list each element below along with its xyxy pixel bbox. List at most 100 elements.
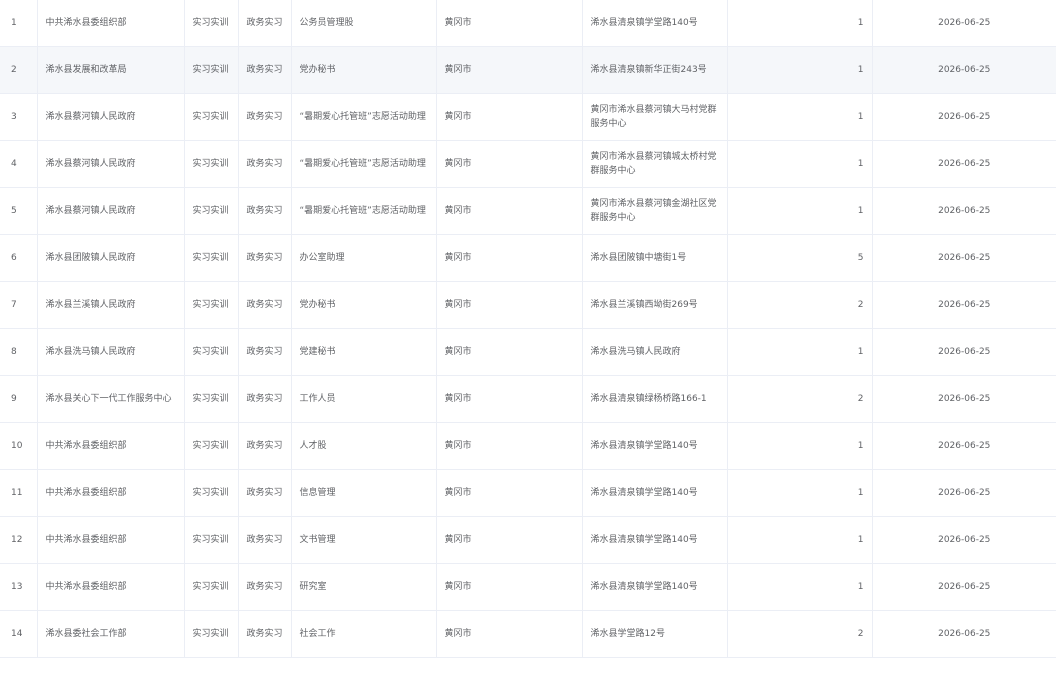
city-cell: 黄冈市	[435, 46, 583, 94]
address-cell: 黄冈市浠水县蔡河镇城太桥村党群服务中心	[581, 140, 728, 188]
table-row[interactable]: 11 中共浠水县委组织部 实习实训 政务实习 信息管理 黄冈市 浠水县清泉镇学堂路140号 1…	[0, 469, 1056, 517]
position-cell: “暑期爱心托管班”志愿活动助理	[290, 187, 437, 235]
org-name-cell: 浠水县洗马镇人民政府	[36, 328, 185, 376]
category-cell: 实习实训	[183, 563, 239, 611]
row-index: 3	[0, 93, 38, 141]
category-cell: 实习实训	[183, 610, 239, 658]
headcount-cell: 1	[726, 563, 873, 611]
table-row[interactable]: 2 浠水县发展和改革局 实习实训 政务实习 党办秘书 黄冈市 浠水县清泉镇新华正街243号 1…	[0, 46, 1056, 94]
deadline-cell: 2026-06-25	[871, 375, 1056, 423]
city-cell: 黄冈市	[435, 469, 583, 517]
headcount-cell: 2	[726, 610, 873, 658]
type-cell: 政务实习	[237, 469, 292, 517]
org-name-cell: 浠水县蔡河镇人民政府	[36, 187, 185, 235]
org-name-cell: 浠水县委社会工作部	[36, 610, 185, 658]
position-cell: 办公室助理	[290, 234, 437, 282]
row-index: 11	[0, 469, 38, 517]
table-row[interactable]: 12 中共浠水县委组织部 实习实训 政务实习 文书管理 黄冈市 浠水县清泉镇学堂路140号 1…	[0, 516, 1056, 564]
type-cell: 政务实习	[237, 422, 292, 470]
type-cell: 政务实习	[237, 328, 292, 376]
table-row[interactable]: 10 中共浠水县委组织部 实习实训 政务实习 人才股 黄冈市 浠水县清泉镇学堂路140号 1 2…	[0, 422, 1056, 470]
row-index: 2	[0, 46, 38, 94]
deadline-cell: 2026-06-25	[871, 187, 1056, 235]
table-row[interactable]: 8 浠水县洗马镇人民政府 实习实训 政务实习 党建秘书 黄冈市 浠水县洗马镇人民政府 1 202…	[0, 328, 1056, 376]
deadline-cell: 2026-06-25	[871, 610, 1056, 658]
category-cell: 实习实训	[183, 375, 239, 423]
headcount-cell: 2	[726, 375, 873, 423]
address-cell: 浠水县清泉镇学堂路140号	[581, 516, 728, 564]
city-cell: 黄冈市	[435, 610, 583, 658]
category-cell: 实习实训	[183, 422, 239, 470]
data-table: 1 中共浠水县委组织部 实习实训 政务实习 公务员管理股 黄冈市 浠水县清泉镇学堂路140号…	[0, 0, 1056, 658]
internship-table: 1 中共浠水县委组织部 实习实训 政务实习 公务员管理股 黄冈市 浠水县清泉镇学堂路140号…	[0, 0, 1056, 675]
city-cell: 黄冈市	[435, 422, 583, 470]
org-name-cell: 浠水县兰溪镇人民政府	[36, 281, 185, 329]
type-cell: 政务实习	[237, 281, 292, 329]
headcount-cell: 1	[726, 0, 873, 47]
city-cell: 黄冈市	[435, 328, 583, 376]
row-index: 12	[0, 516, 38, 564]
org-name-cell: 浠水县团陂镇人民政府	[36, 234, 185, 282]
city-cell: 黄冈市	[435, 234, 583, 282]
address-cell: 黄冈市浠水县蔡河镇大马村党群服务中心	[581, 93, 728, 141]
deadline-cell: 2026-06-25	[871, 281, 1056, 329]
deadline-cell: 2026-06-25	[871, 140, 1056, 188]
row-index: 6	[0, 234, 38, 282]
table-row[interactable]: 13 中共浠水县委组织部 实习实训 政务实习 研究室 黄冈市 浠水县清泉镇学堂路140号 1 2…	[0, 563, 1056, 611]
position-cell: “暑期爱心托管班”志愿活动助理	[290, 140, 437, 188]
table-row[interactable]: 6 浠水县团陂镇人民政府 实习实训 政务实习 办公室助理 黄冈市 浠水县团陂镇中塘街1号 5 2…	[0, 234, 1056, 282]
address-cell: 黄冈市浠水县蔡河镇金湖社区党群服务中心	[581, 187, 728, 235]
position-cell: 信息管理	[290, 469, 437, 517]
type-cell: 政务实习	[237, 187, 292, 235]
headcount-cell: 1	[726, 469, 873, 517]
position-cell: 文书管理	[290, 516, 437, 564]
table-row[interactable]: 1 中共浠水县委组织部 实习实训 政务实习 公务员管理股 黄冈市 浠水县清泉镇学堂路140号…	[0, 0, 1056, 47]
category-cell: 实习实训	[183, 328, 239, 376]
table-row[interactable]: 9 浠水县关心下一代工作服务中心 实习实训 政务实习 工作人员 黄冈市 浠水县清泉镇绿杨桥路…	[0, 375, 1056, 423]
row-index: 4	[0, 140, 38, 188]
row-index: 9	[0, 375, 38, 423]
org-name-cell: 中共浠水县委组织部	[36, 0, 185, 47]
position-cell: 公务员管理股	[290, 0, 437, 47]
org-name-cell: 浠水县蔡河镇人民政府	[36, 93, 185, 141]
category-cell: 实习实训	[183, 187, 239, 235]
type-cell: 政务实习	[237, 516, 292, 564]
city-cell: 黄冈市	[435, 281, 583, 329]
city-cell: 黄冈市	[435, 140, 583, 188]
category-cell: 实习实训	[183, 516, 239, 564]
address-cell: 浠水县清泉镇学堂路140号	[581, 563, 728, 611]
deadline-cell: 2026-06-25	[871, 563, 1056, 611]
category-cell: 实习实训	[183, 140, 239, 188]
deadline-cell: 2026-06-25	[871, 93, 1056, 141]
table-row[interactable]: 3 浠水县蔡河镇人民政府 实习实训 政务实习 “暑期爱心托管班”志愿活动助理 黄冈市 黄冈市…	[0, 93, 1056, 141]
table-body: 1 中共浠水县委组织部 实习实训 政务实习 公务员管理股 黄冈市 浠水县清泉镇学堂路140号…	[0, 0, 1056, 658]
org-name-cell: 浠水县关心下一代工作服务中心	[36, 375, 185, 423]
position-cell: 研究室	[290, 563, 437, 611]
org-name-cell: 中共浠水县委组织部	[36, 469, 185, 517]
table-row[interactable]: 4 浠水县蔡河镇人民政府 实习实训 政务实习 “暑期爱心托管班”志愿活动助理 黄冈市 黄冈市…	[0, 140, 1056, 188]
address-cell: 浠水县清泉镇学堂路140号	[581, 422, 728, 470]
category-cell: 实习实训	[183, 234, 239, 282]
position-cell: 工作人员	[290, 375, 437, 423]
row-index: 7	[0, 281, 38, 329]
type-cell: 政务实习	[237, 375, 292, 423]
table-row[interactable]: 5 浠水县蔡河镇人民政府 实习实训 政务实习 “暑期爱心托管班”志愿活动助理 黄冈市 黄冈市…	[0, 187, 1056, 235]
address-cell: 浠水县学堂路12号	[581, 610, 728, 658]
address-cell: 浠水县团陂镇中塘街1号	[581, 234, 728, 282]
position-cell: “暑期爱心托管班”志愿活动助理	[290, 93, 437, 141]
row-index: 8	[0, 328, 38, 376]
headcount-cell: 1	[726, 140, 873, 188]
position-cell: 党建秘书	[290, 328, 437, 376]
deadline-cell: 2026-06-25	[871, 516, 1056, 564]
city-cell: 黄冈市	[435, 563, 583, 611]
table-row[interactable]: 14 浠水县委社会工作部 实习实训 政务实习 社会工作 黄冈市 浠水县学堂路12号 2 2026…	[0, 610, 1056, 658]
city-cell: 黄冈市	[435, 187, 583, 235]
type-cell: 政务实习	[237, 93, 292, 141]
deadline-cell: 2026-06-25	[871, 46, 1056, 94]
org-name-cell: 浠水县发展和改革局	[36, 46, 185, 94]
position-cell: 人才股	[290, 422, 437, 470]
address-cell: 浠水县清泉镇绿杨桥路166-1	[581, 375, 728, 423]
address-cell: 浠水县洗马镇人民政府	[581, 328, 728, 376]
type-cell: 政务实习	[237, 610, 292, 658]
table-row[interactable]: 7 浠水县兰溪镇人民政府 实习实训 政务实习 党办秘书 黄冈市 浠水县兰溪镇西坳街269号 2…	[0, 281, 1056, 329]
